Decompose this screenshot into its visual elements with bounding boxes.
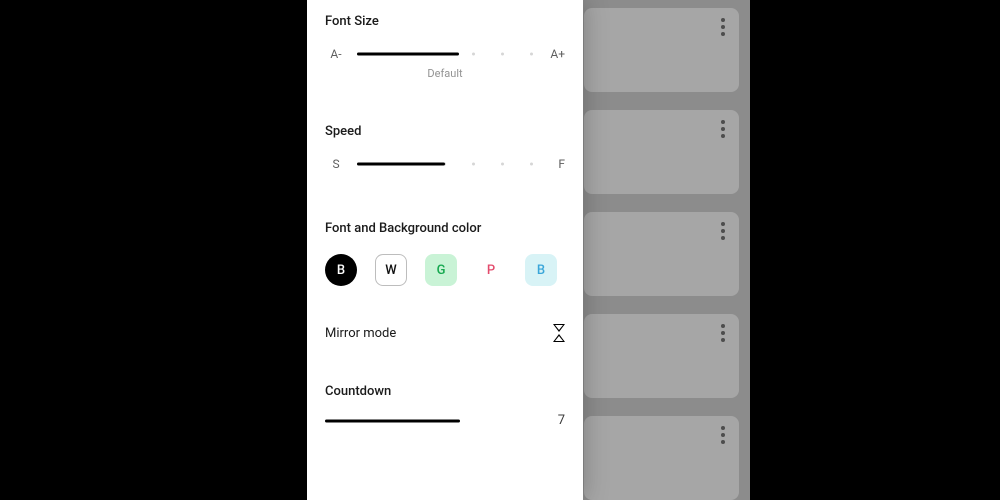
color-title: Font and Background color [325,221,565,236]
countdown-section: Countdown 7 [325,384,565,428]
speed-min-label: S [325,157,347,171]
color-option-green[interactable]: G [425,254,457,286]
countdown-title: Countdown [325,384,565,399]
more-icon[interactable] [721,222,725,240]
font-size-caption: Default [325,67,565,80]
list-card [584,314,739,398]
countdown-value: 7 [549,413,565,428]
more-icon[interactable] [721,324,725,342]
speed-title: Speed [325,124,565,139]
font-size-slider[interactable]: A- A+ [325,47,565,61]
more-icon[interactable] [721,120,725,138]
countdown-slider[interactable] [325,416,533,426]
font-size-min-label: A- [325,47,347,61]
list-card [584,8,739,92]
font-size-title: Font Size [325,14,565,29]
mirror-mode-label: Mirror mode [325,326,396,341]
font-size-section: Font Size A- A+ Default [325,14,565,80]
color-option-white[interactable]: W [375,254,407,286]
color-section: Font and Background color B W G P B [325,221,565,286]
more-icon[interactable] [721,426,725,444]
more-icon[interactable] [721,18,725,36]
list-card [584,212,739,296]
color-option-black[interactable]: B [325,254,357,286]
speed-slider[interactable]: S F [325,157,565,171]
settings-panel: Font Size A- A+ Default Speed S F Font a… [307,0,583,500]
speed-track[interactable] [357,159,533,169]
mirror-mode-icon[interactable] [553,324,565,342]
list-card [584,416,739,500]
color-option-pink[interactable]: P [475,254,507,286]
font-size-max-label: A+ [543,47,565,61]
mirror-mode-row: Mirror mode [325,324,565,342]
speed-section: Speed S F [325,124,565,171]
color-option-blue[interactable]: B [525,254,557,286]
font-size-track[interactable] [357,49,533,59]
color-options-row: B W G P B [325,254,565,286]
speed-max-label: F [543,157,565,171]
list-card [584,110,739,194]
